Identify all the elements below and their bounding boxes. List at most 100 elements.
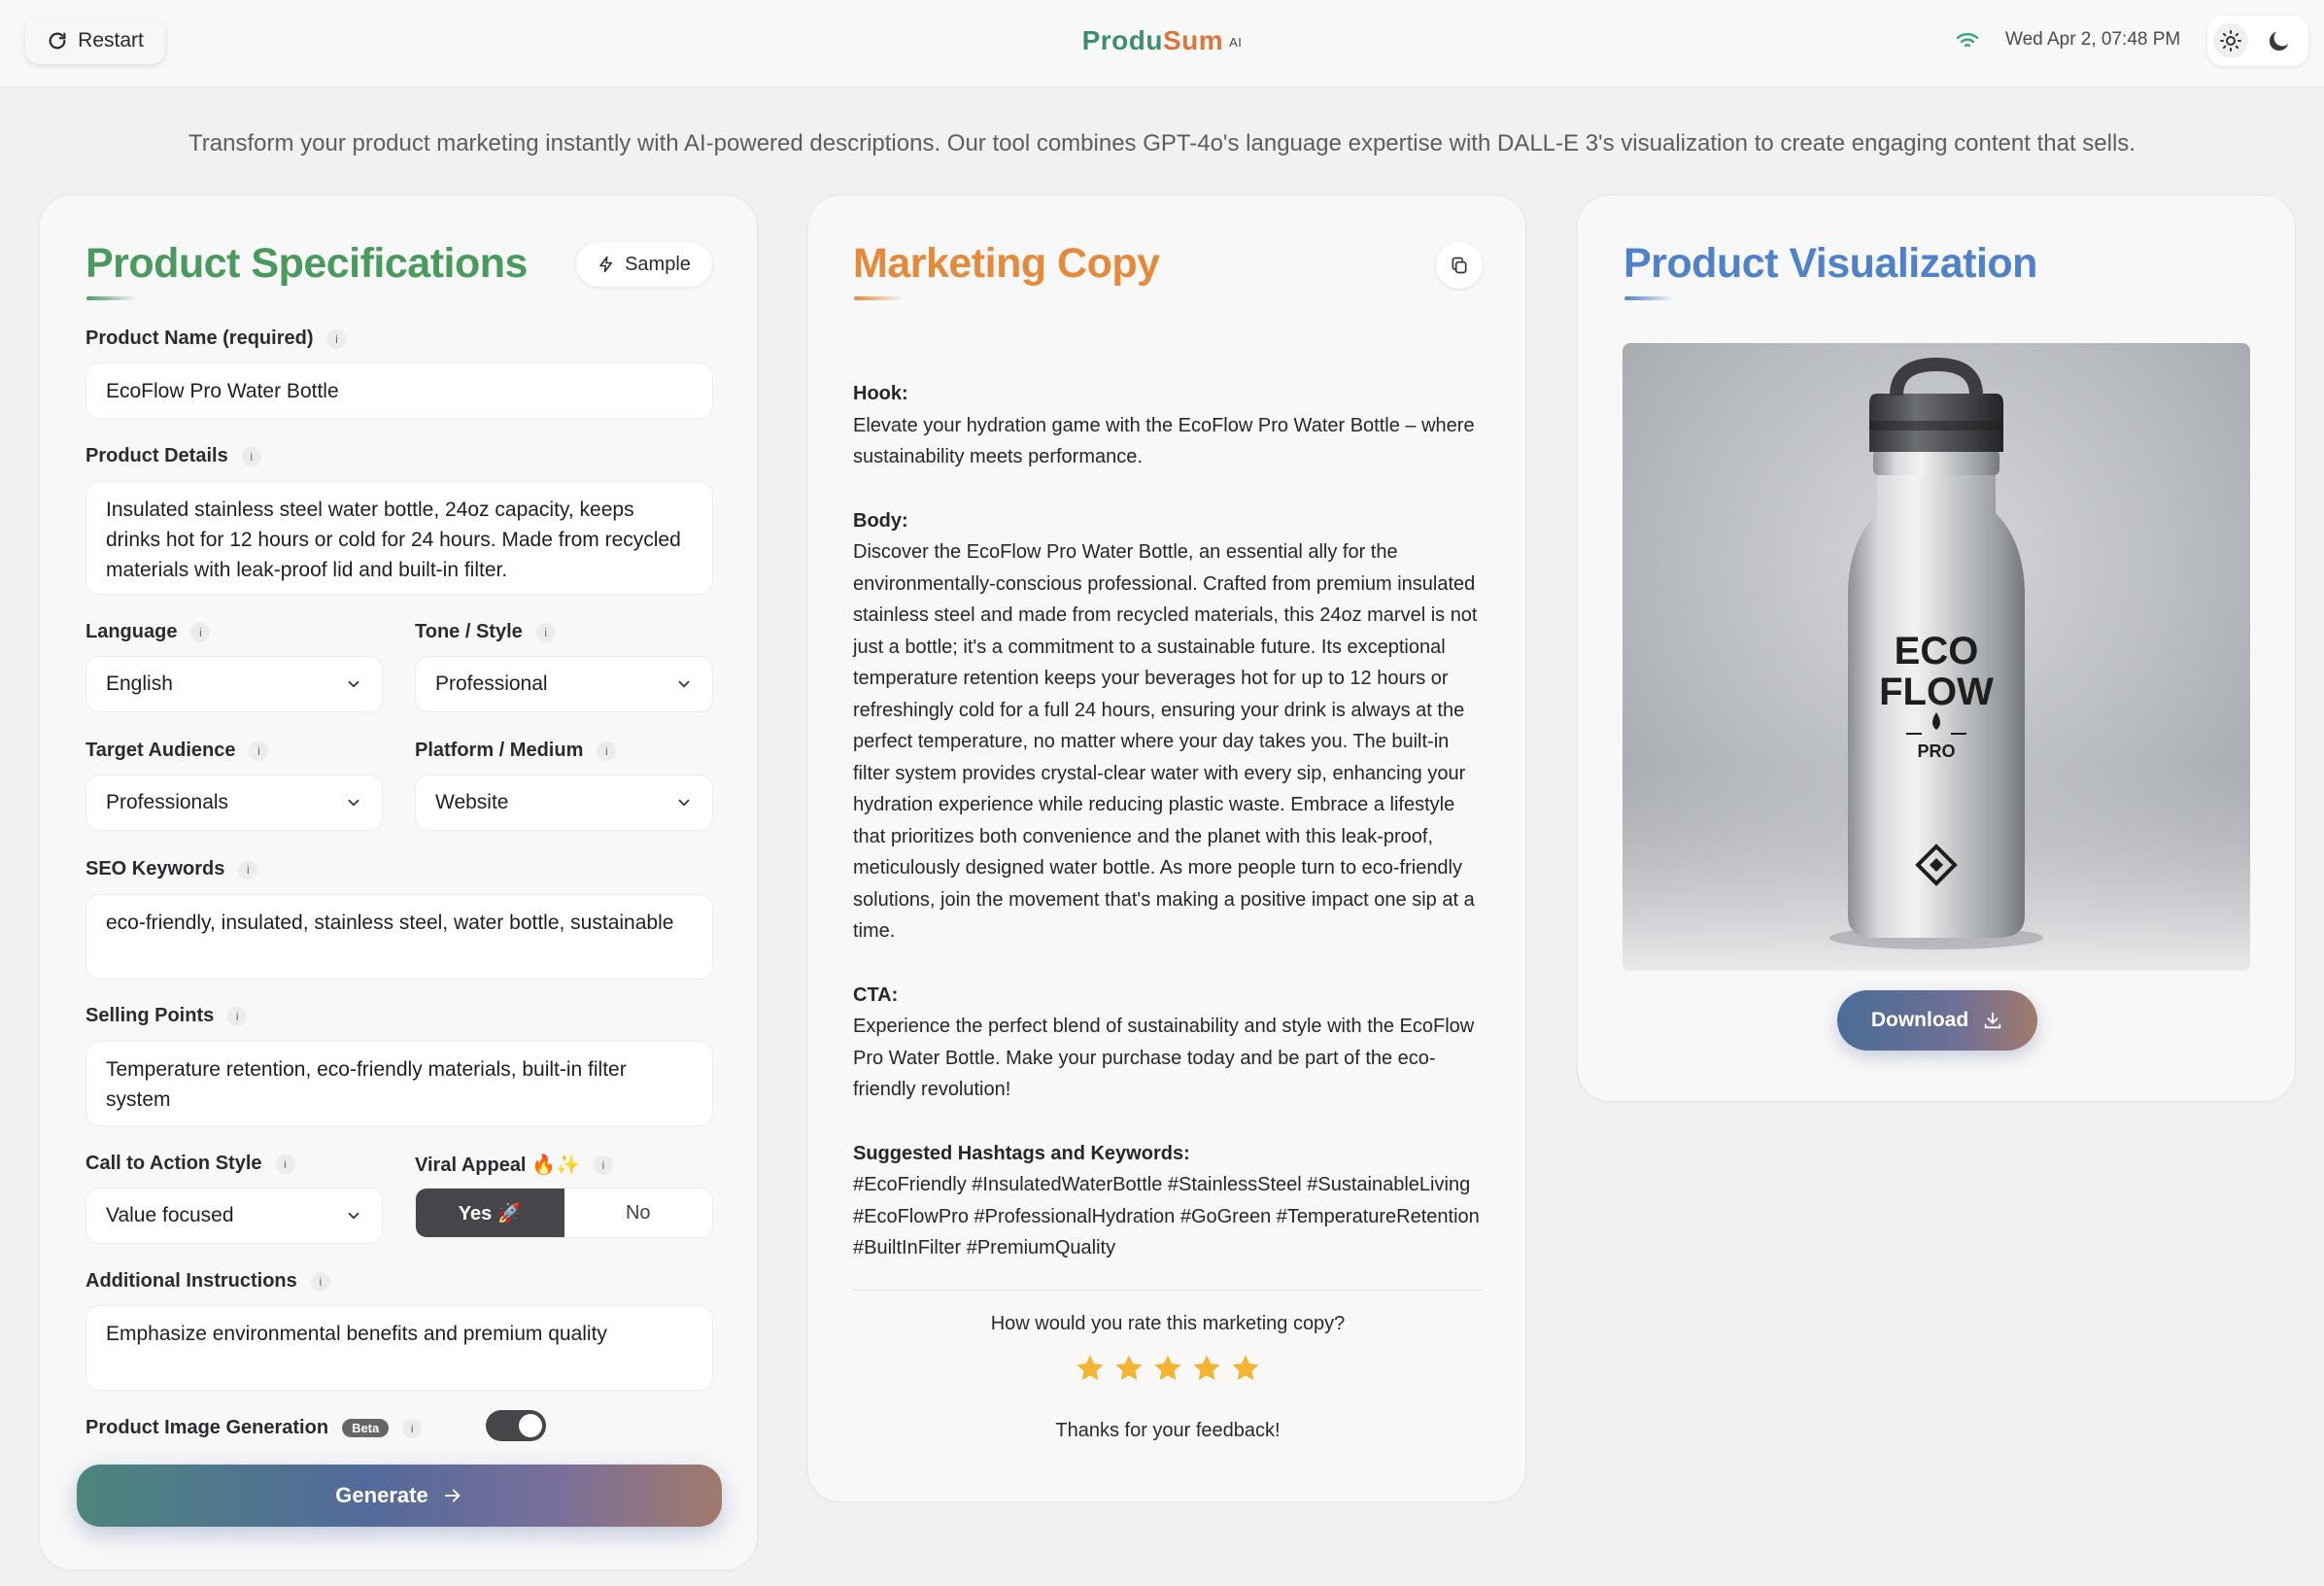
- beta-badge: Beta: [342, 1419, 390, 1437]
- copy-button[interactable]: [1436, 242, 1483, 289]
- info-icon[interactable]: i: [275, 1154, 295, 1174]
- chevron-down-icon: [348, 1212, 359, 1220]
- viral-appeal-label-text: Viral Appeal 🔥✨: [415, 1155, 580, 1176]
- chevron-down-icon: [348, 680, 359, 688]
- info-icon[interactable]: i: [326, 328, 347, 349]
- cta-text: Experience the perfect blend of sustaina…: [853, 1016, 1475, 1100]
- thanks-message: Thanks for your feedback!: [1055, 1420, 1281, 1441]
- product-details-textarea[interactable]: Insulated stainless steel water bottle, …: [85, 481, 713, 595]
- info-icon[interactable]: i: [597, 741, 617, 761]
- platform-label: Platform / Medium i: [415, 740, 617, 762]
- specs-title: Product Specifications: [85, 240, 528, 287]
- chevron-down-icon: [678, 680, 690, 688]
- viral-appeal-toggle: Yes 🚀 No: [415, 1188, 713, 1238]
- copy-title-underline: [854, 296, 905, 300]
- platform-select[interactable]: Website: [415, 775, 713, 831]
- star-icon[interactable]: [1190, 1352, 1223, 1385]
- star-icon[interactable]: [1074, 1352, 1107, 1385]
- product-name-input[interactable]: EcoFlow Pro Water Bottle: [85, 362, 713, 419]
- info-icon[interactable]: i: [310, 1271, 330, 1292]
- generate-button[interactable]: Generate: [77, 1465, 722, 1527]
- hook-heading: Hook:: [853, 383, 908, 404]
- theme-toggle[interactable]: [2207, 16, 2308, 66]
- star-icon[interactable]: [1151, 1352, 1184, 1385]
- audience-label-text: Target Audience: [85, 740, 236, 761]
- info-icon[interactable]: i: [241, 446, 261, 466]
- info-icon[interactable]: i: [190, 622, 211, 642]
- product-specifications-card: Product Specifications Sample Product Na…: [39, 194, 758, 1570]
- tone-label-text: Tone / Style: [415, 621, 523, 642]
- language-select[interactable]: English: [85, 656, 383, 712]
- viral-yes-option[interactable]: Yes 🚀: [416, 1189, 564, 1237]
- selling-points-textarea[interactable]: Temperature retention, eco-friendly mate…: [85, 1041, 713, 1126]
- sun-icon[interactable]: [2213, 23, 2248, 58]
- generate-label: Generate: [335, 1483, 428, 1507]
- additional-instructions-textarea[interactable]: Emphasize environmental benefits and pre…: [85, 1305, 713, 1391]
- divider: [853, 1290, 1483, 1291]
- info-icon[interactable]: i: [535, 622, 556, 642]
- seo-keywords-textarea[interactable]: eco-friendly, insulated, stainless steel…: [85, 894, 713, 980]
- tagline: Transform your product marketing instant…: [188, 130, 2136, 156]
- selling-points-label-text: Selling Points: [85, 1005, 215, 1026]
- sample-button[interactable]: Sample: [576, 242, 712, 287]
- hashtags-heading: Suggested Hashtags and Keywords:: [853, 1142, 1190, 1164]
- language-label-text: Language: [85, 621, 178, 642]
- cta-style-label-text: Call to Action Style: [85, 1153, 262, 1174]
- product-name-label-text: Product Name (required): [85, 328, 314, 349]
- bottle-logo-line-2: FLOW: [1879, 671, 1994, 713]
- product-visualization-card: Product Visualization ECO FLOW PRO Downl…: [1577, 194, 2296, 1102]
- seo-label: SEO Keywords i: [85, 858, 258, 880]
- bottle-logo-line-1: ECO: [1895, 630, 1979, 672]
- brand-suffix: AI: [1229, 35, 1243, 51]
- product-details-label: Product Details i: [85, 445, 261, 467]
- star-icon[interactable]: [1112, 1352, 1145, 1385]
- info-icon[interactable]: i: [593, 1155, 613, 1175]
- audience-value: Professionals: [106, 791, 229, 813]
- audience-label: Target Audience i: [85, 740, 269, 762]
- info-icon[interactable]: i: [402, 1418, 423, 1438]
- marketing-copy-card: Marketing Copy Hook: Elevate your hydrat…: [807, 194, 1526, 1502]
- arrow-right-icon: [444, 1489, 461, 1502]
- tone-value: Professional: [435, 672, 548, 695]
- product-name-label: Product Name (required) i: [85, 328, 347, 350]
- info-icon[interactable]: i: [238, 859, 258, 879]
- cta-style-select[interactable]: Value focused: [85, 1188, 383, 1244]
- lightning-icon: [599, 256, 613, 273]
- body-heading: Body:: [853, 509, 908, 532]
- hook-text: Elevate your hydration game with the Eco…: [853, 414, 1475, 468]
- moon-icon[interactable]: [2266, 27, 2293, 54]
- chevron-down-icon: [678, 799, 690, 807]
- platform-value: Website: [435, 791, 509, 813]
- viral-appeal-label: Viral Appeal 🔥✨ i: [415, 1153, 613, 1177]
- bottle-logo-line-3: PRO: [1917, 741, 1955, 761]
- top-bar: Restart ProduSum AI Wed Apr 2, 07:48 PM: [0, 0, 2324, 87]
- star-icon[interactable]: [1229, 1352, 1262, 1385]
- cta-heading: CTA:: [853, 983, 899, 1006]
- image-generation-switch[interactable]: [486, 1410, 546, 1441]
- tone-label: Tone / Style i: [415, 621, 556, 643]
- product-image: ECO FLOW PRO: [1623, 343, 2250, 971]
- language-value: English: [106, 672, 173, 695]
- copy-title: Marketing Copy: [853, 240, 1160, 287]
- info-icon[interactable]: i: [249, 741, 269, 761]
- brand-part-2: Sum: [1162, 25, 1224, 55]
- additional-instructions-label: Additional Instructions i: [85, 1270, 330, 1293]
- viral-no-option[interactable]: No: [564, 1189, 713, 1237]
- download-button[interactable]: Download: [1837, 990, 2037, 1051]
- specs-title-underline: [86, 296, 137, 300]
- seo-label-text: SEO Keywords: [85, 858, 225, 879]
- product-details-label-text: Product Details: [85, 445, 228, 466]
- image-generation-label: Product Image Generation Beta i: [85, 1417, 423, 1439]
- rating-question: How would you rate this marketing copy?: [990, 1313, 1346, 1334]
- datetime: Wed Apr 2, 07:48 PM: [2005, 29, 2181, 50]
- wifi-icon: [1956, 33, 1979, 48]
- additional-instructions-label-text: Additional Instructions: [85, 1270, 297, 1292]
- info-icon[interactable]: i: [227, 1006, 248, 1026]
- viz-title: Product Visualization: [1623, 240, 2037, 287]
- audience-select[interactable]: Professionals: [85, 775, 383, 831]
- tone-select[interactable]: Professional: [415, 656, 713, 712]
- sample-label: Sample: [625, 253, 691, 275]
- viz-title-underline: [1624, 296, 1675, 300]
- download-icon: [1984, 1012, 2001, 1029]
- body-text: Discover the EcoFlow Pro Water Bottle, a…: [853, 541, 1478, 942]
